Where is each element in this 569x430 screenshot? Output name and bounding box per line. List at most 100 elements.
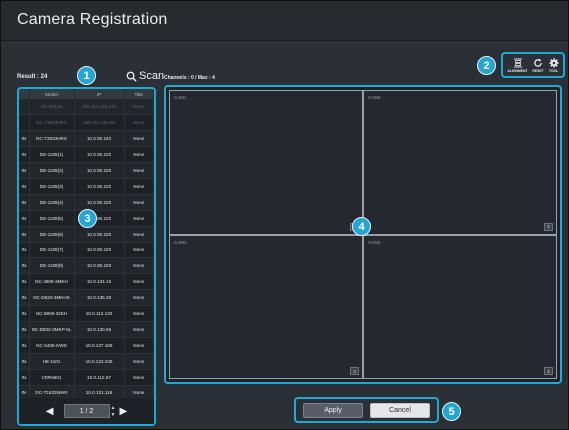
- row-title: None: [124, 114, 154, 132]
- row-model: DE-1108(3): [29, 178, 75, 195]
- table-row[interactable]: IN NC-5806-32KH 10.0.112.120 None: [19, 305, 154, 322]
- row-channel: IN: [19, 305, 30, 322]
- row-title: None: [124, 305, 154, 322]
- row-model: NC-5405-KWD: [29, 337, 75, 354]
- table-row[interactable]: IN NC-4606-3MKH 10.0.134.16 None: [19, 273, 154, 291]
- row-model: DE-1108(1): [29, 146, 75, 164]
- cell-number: 4: [544, 367, 553, 375]
- table-row[interactable]: IN NC-5405-KWD 10.0.127.168 None: [19, 337, 154, 354]
- cancel-button[interactable]: Cancel: [370, 402, 430, 418]
- row-channel: IN: [19, 242, 30, 259]
- page-spinner[interactable]: ▲ ▼: [111, 405, 117, 419]
- row-model: DE-1108(5): [29, 210, 75, 227]
- next-page-button[interactable]: ▶: [120, 406, 128, 417]
- prev-page-button[interactable]: ◀: [46, 406, 54, 417]
- table-row[interactable]: IN NC-D820-3MKHS 10.0.135.20 None: [19, 289, 154, 307]
- camera-cell[interactable]: CAM1 2: [170, 91, 362, 234]
- table-row[interactable]: DC-T3633HRX 169.254.253.99 None: [19, 114, 154, 132]
- row-channel: IN: [19, 178, 30, 195]
- table-row[interactable]: IN DE-1108(6) 10.0.90.220 None: [19, 226, 154, 243]
- camera-cell[interactable]: CAM2 2: [364, 91, 556, 234]
- search-icon: [126, 71, 137, 82]
- row-title: None: [124, 162, 154, 179]
- callout-marker: 2: [477, 56, 496, 75]
- channels-count: Channels : 0 / Max : 4: [164, 75, 215, 81]
- table-row[interactable]: IN VDR6601 10.0.112.67 None: [19, 369, 154, 386]
- camera-list-panel: Model IP Title SC-B2193 169.254.193.170 No…: [17, 87, 156, 426]
- row-model: DE-1108(6): [29, 226, 75, 243]
- camera-cell[interactable]: CAM4 4: [364, 235, 556, 378]
- row-ip: 10.0.112.67: [74, 369, 125, 386]
- reset-label: RESET: [532, 68, 544, 73]
- row-model: HE-1101: [29, 353, 75, 370]
- tool-label: TOOL: [548, 68, 559, 73]
- row-title: None: [124, 337, 154, 354]
- table-row[interactable]: SC-B2193 169.254.193.170 None: [19, 99, 154, 116]
- row-channel: IN: [19, 369, 30, 386]
- table-row[interactable]: IN DE-1108(3) 10.0.90.220 None: [19, 178, 154, 195]
- row-ip: 10.0.123.236: [74, 353, 125, 370]
- row-ip: 10.0.90.220: [74, 226, 125, 243]
- window-title: Camera Registration: [17, 11, 168, 28]
- table-row[interactable]: IN DE-1108(1) 10.0.90.220 None: [19, 146, 154, 164]
- row-channel: IN: [19, 273, 30, 291]
- row-channel: IN: [19, 130, 30, 148]
- alignment-icon: [513, 58, 522, 67]
- reset-icon: [534, 58, 542, 67]
- spin-down-icon[interactable]: ▼: [111, 412, 117, 419]
- page-field[interactable]: 1 / 2 ▲ ▼: [63, 404, 115, 418]
- row-model: DE-1108(8): [29, 257, 75, 275]
- row-channel: IN: [19, 321, 30, 338]
- row-model: DE-1108(7): [29, 242, 75, 259]
- row-model: VDR6601: [29, 369, 75, 386]
- callout-marker: 1: [77, 66, 96, 85]
- table-header: Model IP Title: [19, 89, 154, 99]
- title-bar: Camera Registration: [1, 1, 568, 41]
- camera-label: CAM3: [174, 239, 187, 245]
- result-count: Result : 24: [17, 74, 48, 80]
- gear-icon: [548, 57, 559, 68]
- row-channel: IN: [19, 194, 30, 211]
- row-ip: 10.0.112.120: [74, 305, 125, 322]
- table-row[interactable]: IN DE-1108(8) 10.0.90.220 None: [19, 257, 154, 275]
- row-title: None: [124, 130, 154, 148]
- row-channel: IN: [19, 210, 30, 227]
- row-channel: IN: [19, 337, 30, 354]
- row-ip: 10.0.90.240: [74, 130, 125, 148]
- table-row[interactable]: IN DE-1108(4) 10.0.90.220 None: [19, 194, 154, 211]
- camera-table: Model IP Title SC-B2193 169.254.193.170 No…: [19, 89, 154, 402]
- row-model: NC-5806-32KH: [29, 305, 75, 322]
- row-ip: 10.0.90.220: [74, 194, 125, 211]
- tool-button[interactable]: TOOL: [548, 57, 559, 73]
- row-channel: IN: [19, 146, 30, 164]
- scan-label: Scan: [139, 70, 165, 82]
- pagination: ◀ 1 / 2 ▲ ▼ ▶: [19, 398, 154, 424]
- camera-label: CAM4: [368, 239, 381, 245]
- camera-cell[interactable]: CAM3 3: [170, 235, 362, 378]
- camera-registration-window: Camera Registration Result : 24 Scan Mod…: [0, 0, 569, 430]
- row-title: None: [124, 210, 154, 227]
- apply-button[interactable]: Apply: [303, 402, 363, 418]
- table-row[interactable]: IN DE-1108(2) 10.0.90.220 None: [19, 162, 154, 179]
- row-ip: 169.254.193.170: [74, 99, 125, 116]
- page-indicator: 1 / 2: [79, 407, 94, 415]
- scan-button[interactable]: Scan: [126, 70, 164, 82]
- reset-button[interactable]: RESET: [532, 58, 544, 73]
- row-model: NC-4606-3MKH: [29, 273, 75, 291]
- row-model: DE-1108(4): [29, 194, 75, 211]
- column-header: IP: [74, 89, 125, 99]
- row-ip: 10.0.130.65: [74, 321, 125, 338]
- table-row[interactable]: IN DE-1108(7) 10.0.90.220 None: [19, 242, 154, 259]
- alignment-button[interactable]: ALIGNMENT: [507, 58, 528, 73]
- camera-label: CAM2: [368, 95, 381, 100]
- table-row[interactable]: IN HE-1101 10.0.123.236 None: [19, 353, 154, 370]
- table-row[interactable]: IN NC-D822-3MKP-5L 10.0.130.65 None: [19, 321, 154, 338]
- row-title: None: [124, 369, 154, 386]
- row-channel: IN: [19, 353, 30, 370]
- table-row[interactable]: IN DC-T3633HRX 10.0.90.240 None: [19, 130, 154, 148]
- spin-up-icon[interactable]: ▲: [111, 405, 117, 412]
- row-title: None: [124, 99, 154, 116]
- row-title: None: [124, 146, 154, 164]
- row-title: None: [124, 194, 154, 211]
- cell-number: 3: [350, 367, 359, 375]
